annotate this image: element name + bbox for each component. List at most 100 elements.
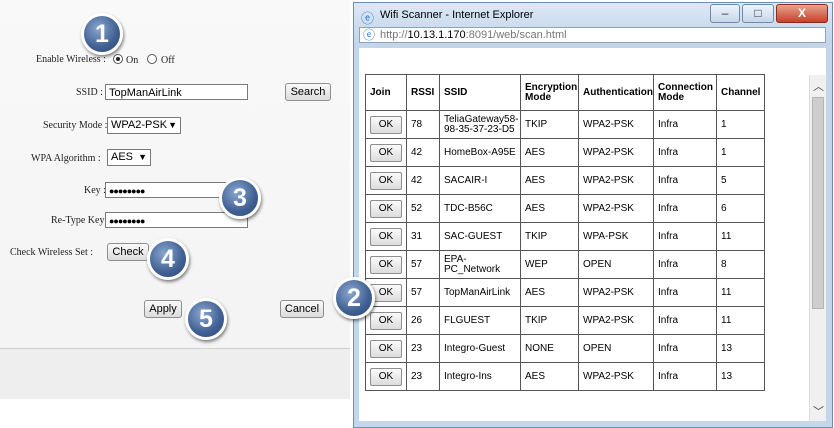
channel-cell: 13: [716, 334, 765, 363]
table-row: OK 31 SAC-GUEST TKIP WPA-PSK Infra 11: [365, 222, 765, 251]
encryption-cell: AES: [520, 166, 579, 195]
encryption-cell: NONE: [520, 334, 579, 363]
channel-cell: 11: [716, 222, 765, 251]
callout-5: 5: [185, 298, 227, 340]
authentication-cell: WPA2-PSK: [578, 194, 654, 223]
join-ok-button[interactable]: OK: [370, 367, 402, 386]
address-bar[interactable]: ⓔ http://10.13.1.170:8091/web/scan.html: [359, 27, 826, 43]
search-button[interactable]: Search: [285, 83, 331, 101]
security-mode-value: WPA2-PSK: [111, 119, 168, 131]
table-row: OK 52 TDC-B56C AES WPA2-PSK Infra 6: [365, 194, 765, 223]
ie-window: ⓔ Wifi Scanner - Internet Explorer – □ X…: [353, 2, 833, 428]
enable-wireless-label: Enable Wireless :: [36, 54, 106, 65]
col-connection: Connection Mode: [653, 74, 717, 111]
authentication-cell: OPEN: [578, 250, 654, 279]
url-prefix: http://: [380, 29, 408, 41]
wpa-algorithm-select[interactable]: AES ▼: [107, 149, 151, 166]
table-row: OK 23 Integro-Ins AES WPA2-PSK Infra 13: [365, 362, 765, 391]
router-settings-panel: Enable Wireless : On Off SSID : TopManAi…: [0, 0, 350, 399]
wireless-off-radio[interactable]: [147, 54, 157, 64]
url-rest: :8091/web/scan.html: [465, 29, 567, 41]
key-label: Key :: [84, 185, 106, 196]
connection-mode-cell: Infra: [653, 222, 717, 251]
chevron-down-icon: ▼: [168, 120, 177, 130]
connection-mode-cell: Infra: [653, 278, 717, 307]
ssid-cell: EPA-PC_Network: [439, 250, 521, 279]
join-ok-button[interactable]: OK: [370, 339, 402, 358]
restore-button[interactable]: □: [742, 4, 774, 23]
connection-mode-cell: Infra: [653, 138, 717, 167]
scroll-down-icon[interactable]: ﹀: [813, 403, 824, 419]
connection-mode-cell: Infra: [653, 362, 717, 391]
ssid-input[interactable]: TopManAirLink: [105, 84, 248, 100]
wireless-off-label: Off: [161, 55, 175, 66]
join-cell: OK: [365, 110, 407, 139]
col-authentication: Authentication: [578, 74, 654, 111]
minimize-button[interactable]: –: [710, 4, 740, 23]
wireless-on-label: On: [126, 55, 139, 66]
ie-page-icon: ⓔ: [363, 28, 376, 42]
wpa-algorithm-label: WPA Algorithm :: [31, 153, 101, 164]
scrollbar-thumb[interactable]: [812, 97, 824, 309]
join-ok-button[interactable]: OK: [370, 255, 402, 274]
connection-mode-cell: Infra: [653, 250, 717, 279]
rssi-cell: 23: [406, 334, 440, 363]
close-button[interactable]: X: [776, 4, 828, 23]
ie-content: Join RSSI SSID Encryption Mode Authentic…: [359, 48, 826, 421]
join-cell: OK: [365, 222, 407, 251]
callout-2: 2: [333, 277, 375, 319]
join-cell: OK: [365, 138, 407, 167]
join-ok-button[interactable]: OK: [370, 227, 402, 246]
ssid-cell: TeliaGateway58-98-35-37-23-D5: [439, 110, 521, 139]
channel-cell: 13: [716, 362, 765, 391]
authentication-cell: WPA2-PSK: [578, 110, 654, 139]
table-row: OK 57 EPA-PC_Network WEP OPEN Infra 8: [365, 250, 765, 279]
rssi-cell: 23: [406, 362, 440, 391]
join-ok-button[interactable]: OK: [370, 199, 402, 218]
table-row: OK 42 HomeBox-A95E AES WPA2-PSK Infra 1: [365, 138, 765, 167]
join-cell: OK: [365, 194, 407, 223]
callout-3: 3: [219, 177, 261, 219]
wireless-on-radio[interactable]: [113, 54, 123, 64]
authentication-cell: WPA2-PSK: [578, 166, 654, 195]
join-ok-button[interactable]: OK: [370, 143, 402, 162]
rssi-cell: 42: [406, 138, 440, 167]
ssid-cell: HomeBox-A95E: [439, 138, 521, 167]
ssid-cell: TopManAirLink: [439, 278, 521, 307]
callout-1: 1: [81, 13, 123, 55]
retype-key-label: Re-Type Key :: [51, 215, 110, 226]
channel-cell: 1: [716, 138, 765, 167]
channel-cell: 5: [716, 166, 765, 195]
authentication-cell: WPA-PSK: [578, 222, 654, 251]
apply-button[interactable]: Apply: [144, 300, 182, 318]
join-cell: OK: [365, 334, 407, 363]
col-ssid: SSID: [439, 74, 521, 111]
vertical-scrollbar[interactable]: ︿ ﹀: [809, 75, 826, 421]
router-footer: [0, 348, 350, 399]
authentication-cell: WPA2-PSK: [578, 278, 654, 307]
ssid-cell: SACAIR-I: [439, 166, 521, 195]
wpa-algorithm-value: AES: [111, 151, 134, 163]
security-mode-select[interactable]: WPA2-PSK ▼: [107, 117, 181, 134]
scan-table-header: Join RSSI SSID Encryption Mode Authentic…: [365, 74, 765, 111]
cancel-button[interactable]: Cancel: [280, 300, 324, 318]
channel-cell: 11: [716, 278, 765, 307]
url-host: 10.13.1.170: [407, 29, 466, 41]
scroll-up-icon[interactable]: ︿: [813, 78, 824, 94]
ssid-label: SSID :: [76, 87, 103, 98]
address-url: http://10.13.1.170:8091/web/scan.html: [380, 28, 567, 42]
join-cell: OK: [365, 250, 407, 279]
ssid-cell: Integro-Ins: [439, 362, 521, 391]
join-cell: OK: [365, 306, 407, 335]
authentication-cell: WPA2-PSK: [578, 138, 654, 167]
check-wireless-label: Check Wireless Set :: [10, 247, 94, 258]
encryption-cell: AES: [520, 138, 579, 167]
channel-cell: 1: [716, 110, 765, 139]
join-ok-button[interactable]: OK: [370, 115, 402, 134]
join-cell: OK: [365, 166, 407, 195]
check-button[interactable]: Check: [107, 243, 149, 261]
callout-4: 4: [147, 238, 189, 280]
ssid-cell: FLGUEST: [439, 306, 521, 335]
join-ok-button[interactable]: OK: [370, 171, 402, 190]
join-ok-button[interactable]: OK: [370, 311, 402, 330]
